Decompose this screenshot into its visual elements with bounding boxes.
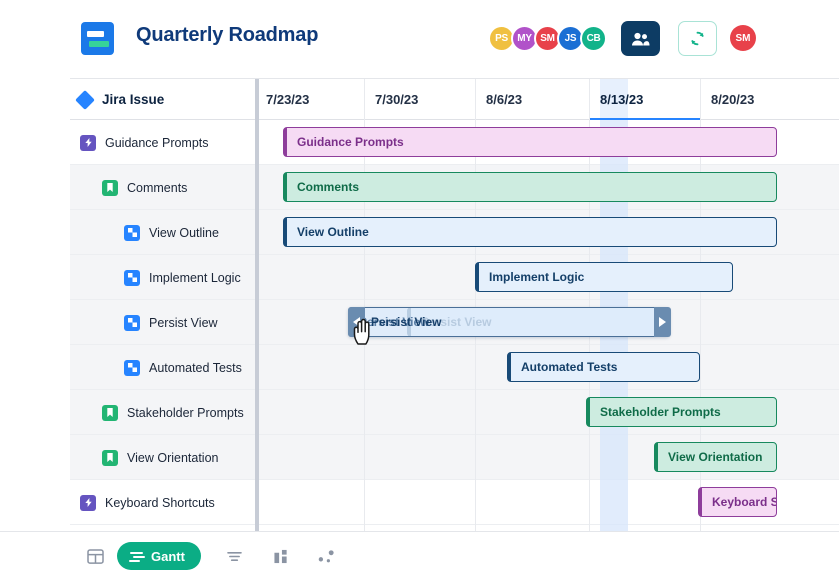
gantt-task-bar[interactable]: Keyboard Shortcuts <box>698 487 777 517</box>
sync-icon <box>691 31 704 46</box>
gantt-row-label[interactable]: Keyboard Shortcuts <box>70 480 255 525</box>
date-column-label: 7/30/23 <box>375 92 419 107</box>
gantt-row-label[interactable]: Stakeholder Prompts <box>70 390 255 435</box>
current-user-avatar[interactable]: SM <box>730 25 756 51</box>
epic-type-icon <box>80 494 96 511</box>
gantt-task-bar[interactable]: Implement Logic <box>475 262 733 292</box>
date-column-label: 8/20/23 <box>711 92 755 107</box>
date-column-header[interactable]: 8/20/23 <box>700 79 839 120</box>
epic-type-icon <box>80 134 96 151</box>
story-type-icon <box>102 179 118 196</box>
gantt-task-bar-label: Comments <box>297 180 360 194</box>
view-tab-board-view[interactable] <box>269 544 293 568</box>
gantt-row-label[interactable]: Implement Logic <box>70 255 255 300</box>
gantt-row-label-text: Comments <box>127 180 188 195</box>
gantt-row-label-text: Persist View <box>149 315 218 330</box>
subtask-type-icon <box>124 224 140 241</box>
date-column-header[interactable]: 7/23/23 <box>255 79 364 120</box>
roadmap-app-icon <box>81 22 114 55</box>
gantt-row[interactable]: Automated Tests <box>70 345 839 390</box>
gantt-task-bar[interactable]: Guidance Prompts <box>283 127 777 157</box>
date-column-label: 8/6/23 <box>486 92 523 107</box>
gantt-task-bar-label: Implement Logic <box>489 270 585 284</box>
date-column-header[interactable]: 8/13/23 <box>589 79 700 121</box>
story-type-icon <box>102 449 118 466</box>
subtask-type-icon <box>124 269 140 286</box>
table-icon <box>86 548 104 564</box>
date-column-header[interactable]: 7/30/23 <box>364 79 475 120</box>
date-column-header[interactable]: 8/6/23 <box>475 79 589 120</box>
gantt-row-label-text: Keyboard Shortcuts <box>105 495 215 510</box>
gantt-grid-body: Guidance Prompts Comments View Outline Impl… <box>70 120 839 531</box>
gantt-task-bar-label: View Orientation <box>668 450 763 464</box>
gantt-row-label-text: Stakeholder Prompts <box>127 405 244 420</box>
view-tab-label: Gantt <box>151 548 185 564</box>
gantt-row-label[interactable]: Automated Tests <box>70 345 255 390</box>
gantt-row-label[interactable]: Persist View <box>70 300 255 345</box>
gantt-icon <box>129 550 145 563</box>
view-tab-dependency-view[interactable] <box>315 544 339 568</box>
date-column-label: 8/13/23 <box>600 92 644 107</box>
app-icon-bar-white <box>87 30 104 37</box>
dependency-icon <box>318 549 335 564</box>
gantt-task-bar[interactable]: View Outline <box>283 217 777 247</box>
gantt-task-bar-label: Keyboard Shortcuts <box>712 495 776 509</box>
gantt-chart: Jira Issue 7/23/23 7/30/23 8/6/23 8/13/23 8/… <box>70 78 839 531</box>
collaborator-avatar-group[interactable]: PS MY SM JS CB <box>488 25 607 52</box>
gantt-row-label[interactable]: Comments <box>70 165 255 210</box>
gantt-task-bar[interactable]: Comments <box>283 172 777 202</box>
subtask-type-icon <box>124 359 140 376</box>
view-tab-gantt-view[interactable]: Gantt <box>117 542 201 570</box>
gantt-app-window: Quarterly Roadmap PS MY SM JS CB SM Jira… <box>0 0 839 580</box>
view-tab-table-view[interactable] <box>83 544 107 568</box>
filter-icon <box>226 550 243 563</box>
gantt-column-header: Jira Issue 7/23/23 7/30/23 8/6/23 8/13/23 8/… <box>70 79 839 121</box>
sync-button[interactable] <box>678 21 717 56</box>
issue-column-header-label: Jira Issue <box>102 92 165 107</box>
view-tab-filter-view[interactable] <box>223 544 247 568</box>
people-icon <box>632 32 650 45</box>
gantt-task-bar-label: Automated Tests <box>521 360 618 374</box>
gantt-row-label-text: Automated Tests <box>149 360 242 375</box>
share-people-button[interactable] <box>621 21 660 56</box>
panel-splitter[interactable] <box>255 79 259 531</box>
app-icon-bar-green <box>88 40 109 47</box>
gantt-task-bar[interactable]: View Orientation <box>654 442 777 472</box>
gantt-task-bar-label: Guidance Prompts <box>297 135 404 149</box>
subtask-type-icon <box>124 314 140 331</box>
gantt-row-label-text: Guidance Prompts <box>105 135 209 150</box>
gantt-row-label[interactable]: View Outline <box>70 210 255 255</box>
gantt-task-bar[interactable]: Stakeholder Prompts <box>586 397 777 427</box>
story-type-icon <box>102 404 118 421</box>
view-switcher-toolbar: Gantt <box>0 531 839 580</box>
drag-source-label: Persist View <box>371 315 442 329</box>
gantt-row-label[interactable]: Guidance Prompts <box>70 120 255 165</box>
issue-column-header[interactable]: Jira Issue <box>70 79 255 120</box>
gantt-task-bar-label: Stakeholder Prompts <box>600 405 721 419</box>
gantt-row-label-text: Implement Logic <box>149 270 241 285</box>
gantt-row-label-text: View Outline <box>149 225 219 240</box>
resize-right-handle-icon[interactable] <box>653 306 671 337</box>
board-icon <box>273 549 289 564</box>
collaborator-avatar[interactable]: CB <box>580 25 607 52</box>
resize-left-handle-icon[interactable] <box>347 306 365 337</box>
gantt-task-bar-label: View Outline <box>297 225 369 239</box>
page-title: Quarterly Roadmap <box>136 24 319 46</box>
gantt-bar-drag-ghost[interactable]: Persist View Persist View <box>347 306 671 337</box>
gantt-row-label[interactable]: View Orientation <box>70 435 255 480</box>
gantt-row-label-text: View Orientation <box>127 450 219 465</box>
app-header: Quarterly Roadmap PS MY SM JS CB SM <box>0 0 839 78</box>
date-column-label: 7/23/23 <box>266 92 310 107</box>
gantt-task-bar[interactable]: Automated Tests <box>507 352 700 382</box>
jira-diamond-icon <box>75 89 95 110</box>
